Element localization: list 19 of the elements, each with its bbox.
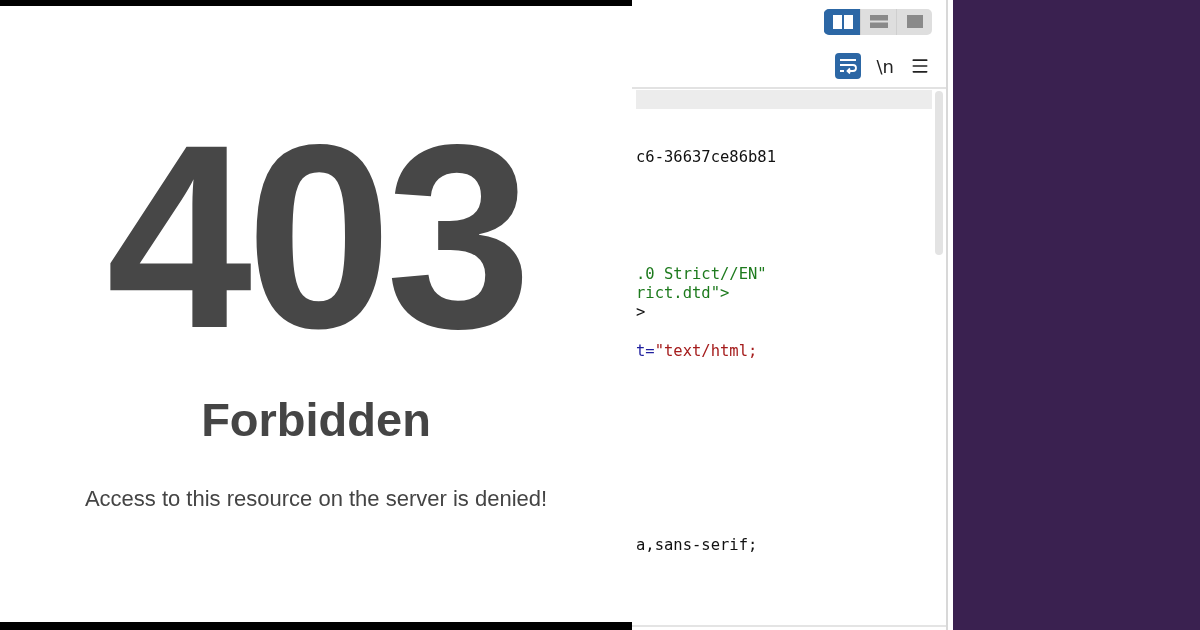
columns-icon	[832, 14, 853, 29]
square-icon	[906, 15, 923, 28]
code-line: a,sans-serif;	[636, 536, 759, 556]
rows-icon	[869, 15, 888, 28]
code-line: rict.dtd">	[636, 283, 731, 304]
scrollbar-thumb[interactable]	[935, 91, 943, 255]
error-code: 403	[106, 106, 526, 368]
code-line: .0 Strict//EN"	[636, 264, 768, 284]
menu-button[interactable]	[910, 56, 930, 76]
newline-button[interactable]: \n	[874, 55, 896, 77]
code-line: t="text/html;	[636, 342, 759, 362]
error-message: Access to this resource on the server is denied!	[84, 488, 548, 510]
error-title: Forbidden	[201, 396, 431, 443]
code-line: >	[636, 303, 647, 323]
wrap-button[interactable]	[834, 53, 861, 79]
wrap-icon	[838, 58, 857, 74]
code-line: c6-36637ce86b81	[636, 148, 777, 168]
layout-button[interactable]	[824, 8, 860, 35]
menu-icon	[910, 56, 930, 76]
